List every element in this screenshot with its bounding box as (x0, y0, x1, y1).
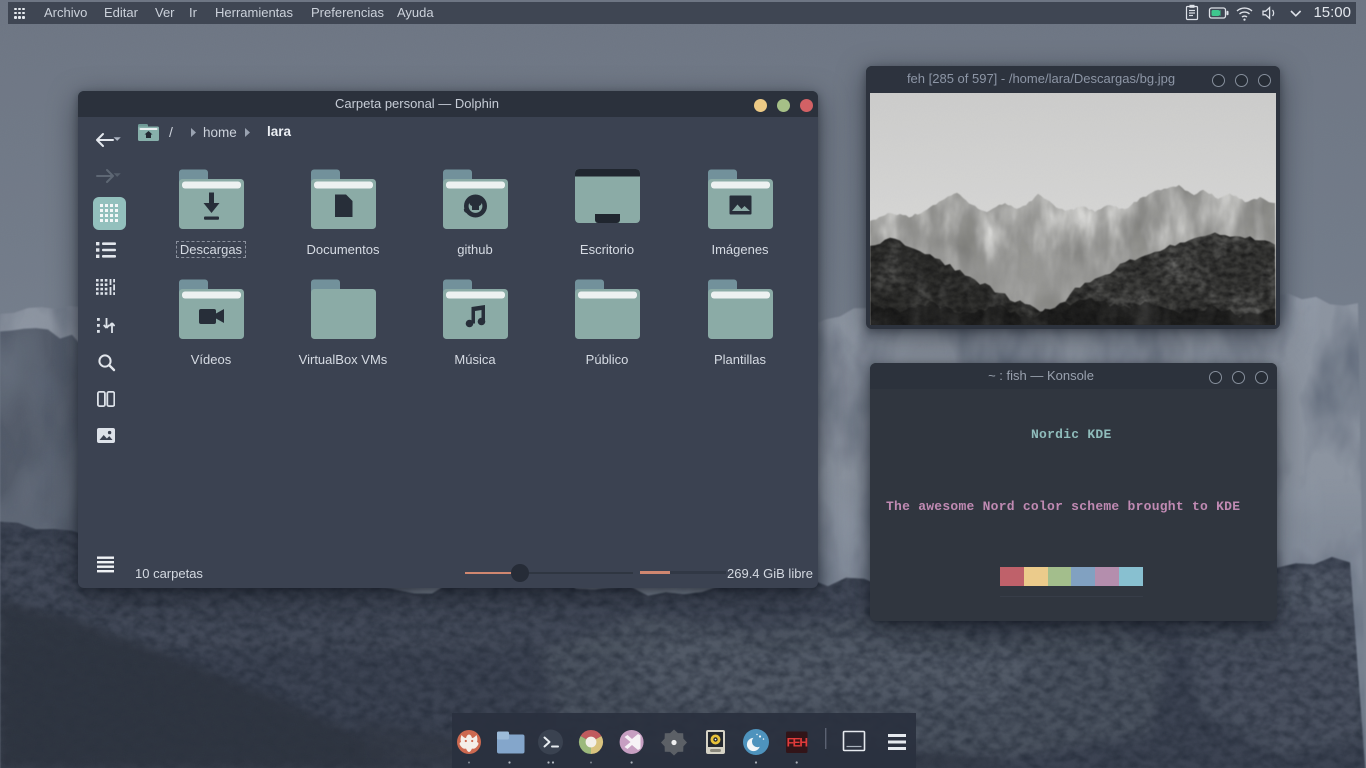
svg-text:FEH: FEH (787, 736, 808, 750)
